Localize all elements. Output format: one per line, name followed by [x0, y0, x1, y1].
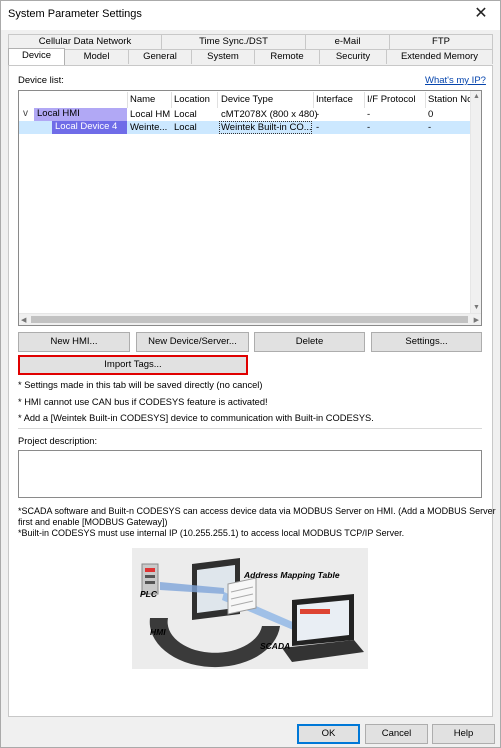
cell-interface: -: [316, 122, 320, 133]
cell-station-no: -: [428, 122, 432, 133]
scada-laptop-icon: [282, 594, 364, 662]
project-description-input[interactable]: [18, 450, 482, 498]
table-row[interactable]: v Local HMI Local HMI Local cMT2078X (80…: [19, 108, 481, 121]
tab-remote[interactable]: Remote: [254, 49, 320, 64]
cell-if-protocol: -: [367, 122, 371, 133]
note-line: * HMI cannot use CAN bus if CODESYS feat…: [18, 397, 268, 407]
chevron-down-icon[interactable]: v: [23, 108, 28, 119]
horizontal-scrollbar[interactable]: ◀ ▶: [19, 313, 481, 325]
cell-station-no: 0: [428, 109, 434, 120]
tab-device[interactable]: Device: [8, 48, 65, 65]
separator: [18, 428, 482, 429]
ok-button[interactable]: OK: [297, 724, 360, 744]
tab-cellular-data-network[interactable]: Cellular Data Network: [8, 34, 162, 49]
tab-email[interactable]: e-Mail: [305, 34, 390, 49]
scroll-up-arrow-icon[interactable]: ▲: [473, 93, 480, 100]
tab-general[interactable]: General: [128, 49, 192, 64]
scroll-left-arrow-icon[interactable]: ◀: [21, 316, 26, 324]
project-description-label: Project description:: [18, 436, 98, 446]
cell-device-type: cMT2078X (800 x 480): [221, 109, 318, 120]
column-header-device-type[interactable]: Device Type: [221, 94, 273, 105]
column-divider: [313, 92, 314, 108]
new-device-server-button[interactable]: New Device/Server...: [136, 332, 249, 352]
column-divider: [127, 92, 128, 108]
cell-device-type: Weintek Built-in CO...: [219, 121, 312, 134]
cell-name: Weinte...: [130, 122, 168, 133]
column-header-name[interactable]: Name: [130, 94, 155, 105]
device-list[interactable]: Name Location Device Type Interface I/F …: [18, 90, 482, 326]
tab-model[interactable]: Model: [64, 49, 129, 64]
tab-security[interactable]: Security: [319, 49, 387, 64]
whats-my-ip-link[interactable]: What's my IP?: [425, 75, 486, 86]
tree-node-local-hmi[interactable]: Local HMI: [34, 108, 127, 121]
plc-label: PLC: [140, 589, 157, 599]
scada-note-line: *Built-in CODESYS must use internal IP (…: [18, 528, 405, 538]
address-mapping-table-label: Address Mapping Table: [244, 570, 340, 580]
column-header-location[interactable]: Location: [174, 94, 210, 105]
column-divider: [425, 92, 426, 108]
scroll-right-arrow-icon[interactable]: ▶: [474, 316, 479, 324]
column-divider: [217, 92, 218, 108]
tab-extended-memory[interactable]: Extended Memory: [386, 49, 493, 64]
hmi-label: HMI: [150, 627, 166, 637]
device-list-label: Device list:: [18, 75, 64, 86]
tab-time-sync-dst[interactable]: Time Sync./DST: [161, 34, 306, 49]
help-button[interactable]: Help: [432, 724, 495, 744]
new-hmi-button[interactable]: New HMI...: [18, 332, 130, 352]
tab-system[interactable]: System: [191, 49, 255, 64]
import-tags-button[interactable]: Import Tags...: [18, 355, 248, 375]
cell-if-protocol: -: [367, 109, 371, 120]
vertical-scrollbar[interactable]: ▲ ▼: [470, 91, 481, 313]
column-header-interface[interactable]: Interface: [316, 94, 353, 105]
cancel-button[interactable]: Cancel: [365, 724, 428, 744]
scada-note-line: *SCADA software and Built-n CODESYS can …: [18, 506, 496, 516]
scroll-down-arrow-icon[interactable]: ▼: [473, 304, 480, 311]
column-header-station-no[interactable]: Station No.: [428, 94, 475, 105]
settings-button[interactable]: Settings...: [371, 332, 482, 352]
column-divider: [364, 92, 365, 108]
column-divider: [171, 92, 172, 108]
modbus-diagram: Address Mapping Table PLC HMI SCADA: [132, 548, 368, 669]
note-line: * Add a [Weintek Built-in CODESYS] devic…: [18, 413, 374, 423]
cell-location: Local: [174, 109, 197, 120]
close-icon[interactable]: ✕: [467, 2, 495, 26]
table-row[interactable]: Local Device 4 Weinte... Local Weintek B…: [19, 121, 481, 134]
note-line: * Settings made in this tab will be save…: [18, 380, 263, 390]
delete-button[interactable]: Delete: [254, 332, 365, 352]
scada-label: SCADA: [260, 641, 291, 651]
cell-interface: -: [316, 109, 320, 120]
scada-note-line: first and enable [MODBUS Gateway]): [18, 517, 168, 527]
column-header-if-protocol[interactable]: I/F Protocol: [367, 94, 416, 105]
scroll-thumb[interactable]: [31, 316, 468, 323]
address-mapping-table-icon: [227, 577, 257, 615]
cell-location: Local: [174, 122, 197, 133]
window-title: System Parameter Settings: [8, 8, 142, 20]
cell-name: Local HMI: [130, 109, 170, 120]
tree-node-local-device-4[interactable]: Local Device 4: [52, 121, 127, 134]
tab-ftp[interactable]: FTP: [389, 34, 493, 49]
